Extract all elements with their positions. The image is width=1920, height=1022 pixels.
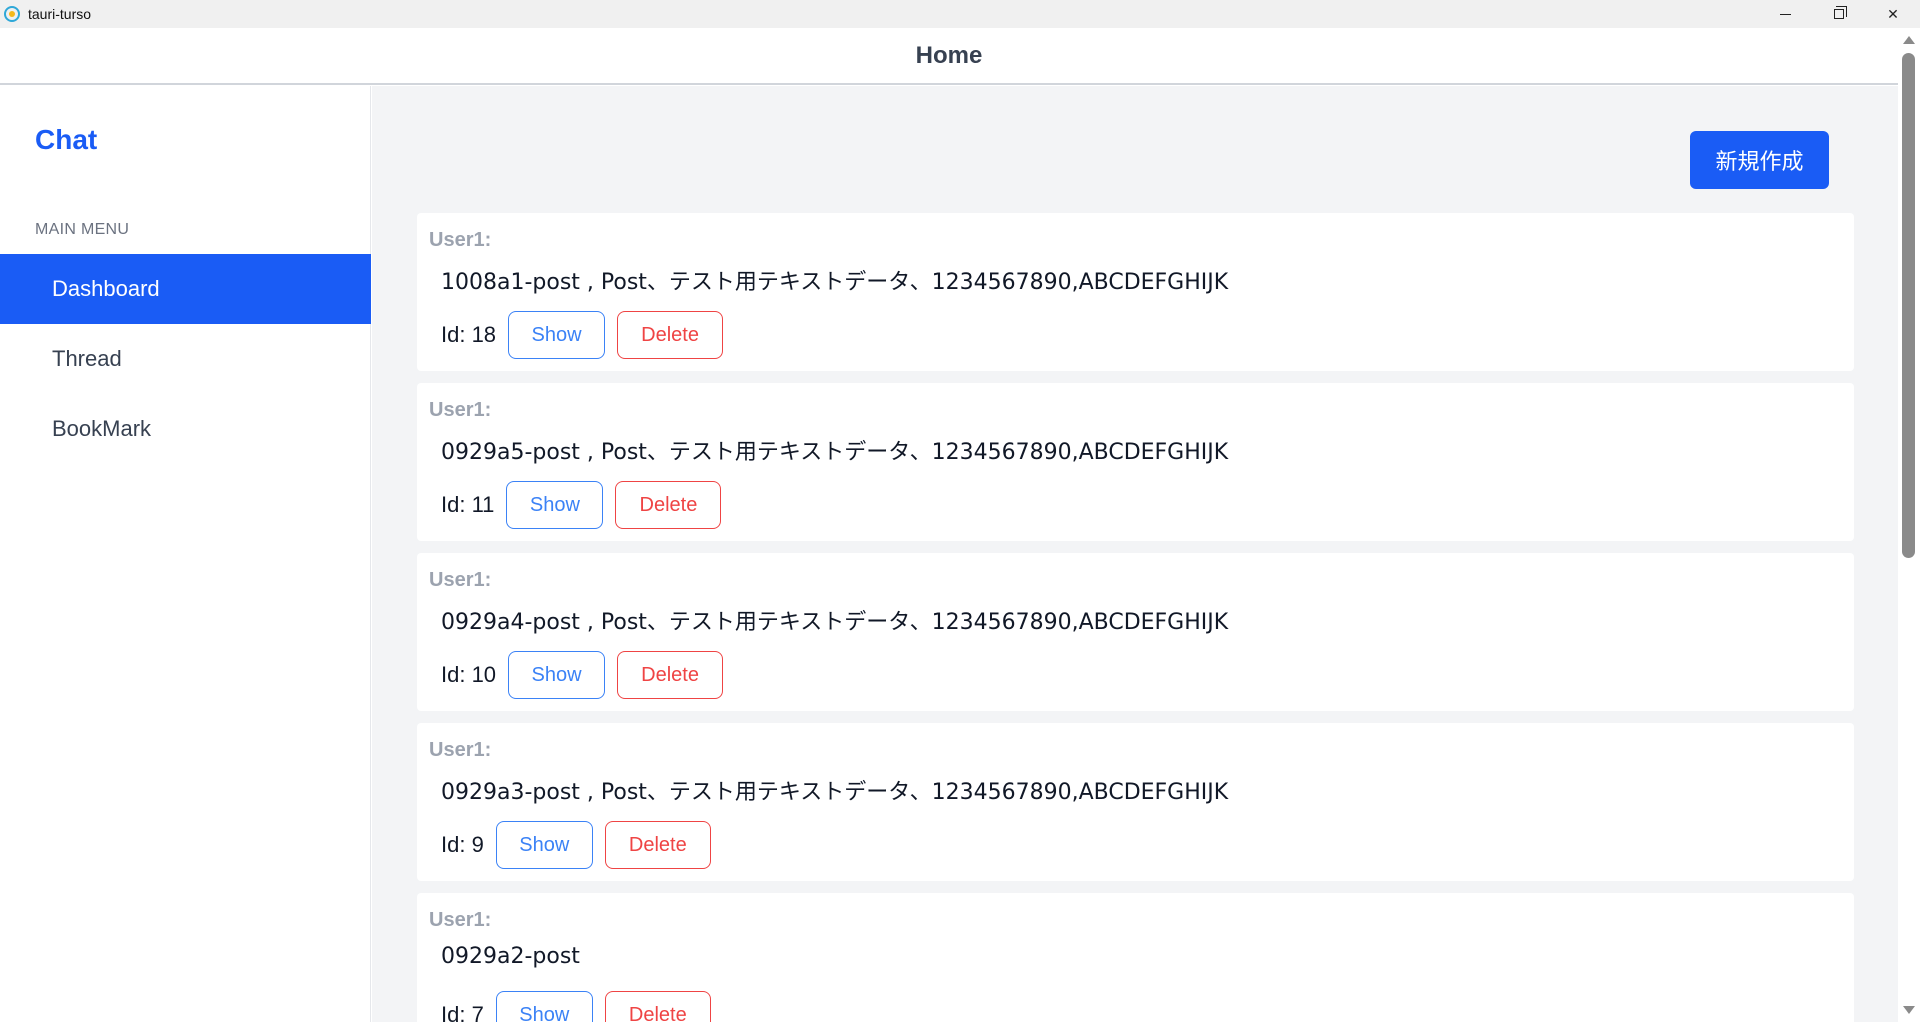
post-list: User1: 1008a1-post , Post、テスト用テキストデータ、12… xyxy=(417,213,1854,1022)
post-author: User1: xyxy=(429,909,492,931)
post-actions: Id: 7 Show Delete xyxy=(441,991,711,1022)
window-title: tauri-turso xyxy=(28,6,92,22)
maximize-button[interactable] xyxy=(1812,0,1866,28)
post-id: Id: 18 xyxy=(441,322,497,347)
delete-button[interactable]: Delete xyxy=(617,311,724,359)
sidebar-item-bookmark[interactable]: BookMark xyxy=(0,394,371,464)
post-actions: Id: 18 Show Delete xyxy=(441,311,724,359)
app-header: Home xyxy=(0,28,1898,85)
minimize-icon xyxy=(1779,13,1791,15)
scrollbar-thumb[interactable] xyxy=(1902,53,1915,558)
post-id: Id: 11 xyxy=(441,492,495,517)
delete-button[interactable]: Delete xyxy=(604,991,711,1022)
scroll-down-arrow-icon[interactable] xyxy=(1903,1006,1915,1014)
post-card: User1: 0929a3-post , Post、テスト用テキストデータ、12… xyxy=(417,723,1854,881)
post-card: User1: 0929a4-post , Post、テスト用テキストデータ、12… xyxy=(417,553,1854,711)
post-actions: Id: 10 Show Delete xyxy=(441,651,724,699)
close-button[interactable]: ✕ xyxy=(1866,0,1920,28)
delete-button[interactable]: Delete xyxy=(615,481,722,529)
window-titlebar: tauri-turso ✕ xyxy=(0,0,1920,28)
post-card: User1: 0929a2-post Id: 7 Show Delete xyxy=(417,893,1854,1022)
post-author: User1: xyxy=(429,229,492,251)
minimize-button[interactable] xyxy=(1758,0,1812,28)
sidebar-item-label: Thread xyxy=(52,346,122,371)
post-id: Id: 10 xyxy=(441,662,497,687)
post-id: Id: 7 xyxy=(441,1002,484,1022)
brand-link[interactable]: Chat xyxy=(35,124,97,156)
show-button[interactable]: Show xyxy=(508,651,606,699)
post-id: Id: 9 xyxy=(441,832,484,857)
page-title: Home xyxy=(915,41,983,69)
post-body: 1008a1-post , Post、テスト用テキストデータ、123456789… xyxy=(441,270,1229,295)
post-actions: Id: 9 Show Delete xyxy=(441,821,711,869)
post-body: 0929a3-post , Post、テスト用テキストデータ、123456789… xyxy=(441,780,1229,805)
sidebar-menu: Dashboard Thread BookMark xyxy=(0,254,371,464)
post-body: 0929a5-post , Post、テスト用テキストデータ、123456789… xyxy=(441,440,1229,465)
sidebar: Chat MAIN MENU Dashboard Thread BookMark xyxy=(0,86,371,1022)
post-author: User1: xyxy=(429,739,492,761)
close-icon: ✕ xyxy=(1887,5,1899,22)
show-button[interactable]: Show xyxy=(506,481,604,529)
show-button[interactable]: Show xyxy=(495,821,593,869)
sidebar-item-label: BookMark xyxy=(52,416,152,441)
post-card: User1: 0929a5-post , Post、テスト用テキストデータ、12… xyxy=(417,383,1854,541)
show-button[interactable]: Show xyxy=(495,991,593,1022)
post-body: 0929a4-post , Post、テスト用テキストデータ、123456789… xyxy=(441,610,1229,635)
post-actions: Id: 11 Show Delete xyxy=(441,481,722,529)
vertical-scrollbar[interactable] xyxy=(1898,28,1920,1022)
create-new-button[interactable]: 新規作成 xyxy=(1690,131,1829,189)
delete-button[interactable]: Delete xyxy=(604,821,711,869)
scroll-up-arrow-icon[interactable] xyxy=(1903,36,1915,44)
window-controls: ✕ xyxy=(1758,0,1920,28)
sidebar-item-dashboard[interactable]: Dashboard xyxy=(0,254,371,324)
post-author: User1: xyxy=(429,569,492,591)
restore-icon xyxy=(1834,6,1847,19)
sidebar-item-label: Dashboard xyxy=(52,276,160,301)
delete-button[interactable]: Delete xyxy=(617,651,724,699)
tauri-app-icon xyxy=(4,6,20,22)
menu-heading: MAIN MENU xyxy=(35,221,130,238)
main-content: 新規作成 User1: 1008a1-post , Post、テスト用テキストデ… xyxy=(372,86,1898,1022)
post-author: User1: xyxy=(429,399,492,421)
sidebar-item-thread[interactable]: Thread xyxy=(0,324,371,394)
show-button[interactable]: Show xyxy=(508,311,606,359)
post-body: 0929a2-post xyxy=(441,944,580,969)
post-card: User1: 1008a1-post , Post、テスト用テキストデータ、12… xyxy=(417,213,1854,371)
